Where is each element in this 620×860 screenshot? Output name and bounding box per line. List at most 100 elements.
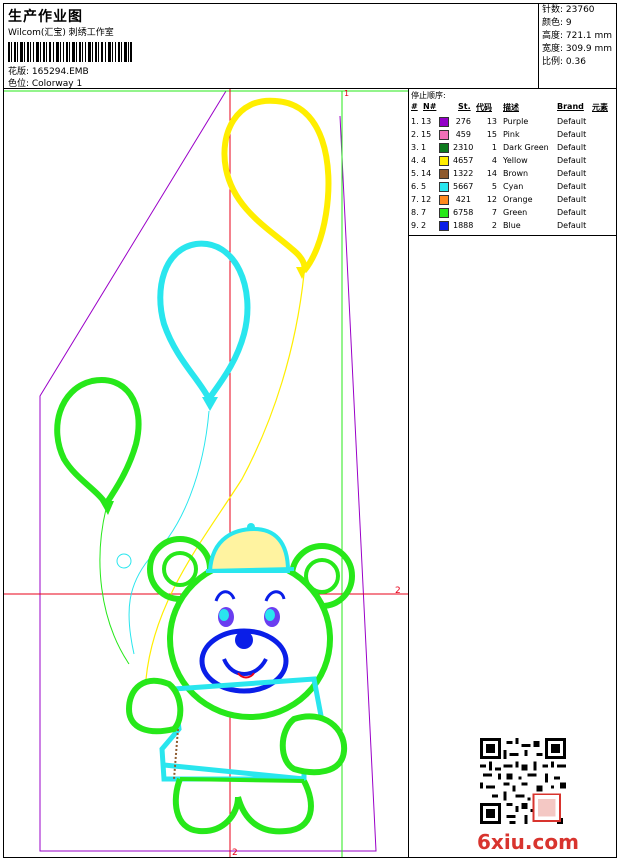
row-brand: Default — [557, 117, 587, 126]
row-index: 6. — [411, 182, 419, 191]
col-code: 代码 — [476, 103, 492, 112]
row-code: 12 — [486, 195, 497, 204]
col-desc: 描述 — [503, 103, 519, 112]
row-brand: Default — [557, 182, 587, 191]
green-balloon-string — [99, 508, 130, 665]
color-swatch — [439, 182, 449, 192]
color-swatch — [439, 143, 449, 153]
row-stitches: 6758 — [453, 208, 474, 217]
stat-stitches: 针数: 23760 — [542, 5, 595, 15]
row-brand: Default — [557, 221, 587, 230]
stat-width: 宽度: 309.9 mm — [542, 44, 613, 54]
legend-row: 2. 15 459 15 Pink Default — [409, 128, 617, 141]
watermark-brand: 6xiu.com — [477, 830, 579, 854]
row-desc: Brown — [503, 169, 529, 178]
row-stitches: 1888 — [453, 221, 474, 230]
row-needle: 2 — [421, 221, 427, 230]
string-loop — [116, 553, 132, 569]
color-swatch — [439, 130, 449, 140]
row-desc: Yellow — [503, 156, 528, 165]
row-stitches: 5667 — [453, 182, 474, 191]
row-desc: Purple — [503, 117, 529, 126]
header: 生产作业图 Wilcom(汇宝) 刺绣工作室 花版: 165294.EMB 色位… — [4, 4, 538, 89]
row-stitches: 459 — [455, 130, 471, 139]
row-needle: 12 — [421, 195, 432, 204]
stat-scale: 比例: 0.36 — [542, 57, 586, 67]
row-brand: Default — [557, 130, 587, 139]
row-brand: Default — [557, 208, 587, 217]
row-needle: 4 — [421, 156, 427, 165]
row-index: 5. — [411, 169, 419, 178]
col-num: # — [411, 102, 418, 111]
legend-row: 7. 12 421 12 Orange Default — [409, 193, 617, 206]
stat-colors: 颜色: 9 — [542, 18, 572, 28]
row-brand: Default — [557, 143, 587, 152]
design-preview: 1 2 2 — [4, 89, 408, 857]
row-code: 15 — [486, 130, 497, 139]
studio-name: Wilcom(汇宝) 刺绣工作室 — [8, 28, 114, 38]
row-code: 13 — [486, 117, 497, 126]
cyan-balloon — [157, 240, 251, 411]
row-needle: 1 — [421, 143, 427, 152]
row-brand: Default — [557, 169, 587, 178]
color-swatch — [439, 156, 449, 166]
row-code: 5 — [491, 182, 497, 191]
row-code: 1 — [491, 143, 497, 152]
row-needle: 14 — [421, 169, 432, 178]
row-index: 9. — [411, 221, 419, 230]
marker-top: 1 — [344, 89, 349, 98]
green-balloon — [54, 376, 142, 515]
yellow-balloon — [221, 97, 332, 279]
legend-row: 8. 7 6758 7 Green Default — [409, 206, 617, 219]
row-index: 1. — [411, 117, 419, 126]
design-stats: 针数: 23760 颜色: 9 高度: 721.1 mm 宽度: 309.9 m… — [538, 4, 618, 88]
col-needle: N# — [423, 102, 437, 111]
row-code: 2 — [491, 221, 497, 230]
row-stitches: 4657 — [453, 156, 474, 165]
col-brand: Brand — [557, 102, 584, 111]
color-swatch — [439, 169, 449, 179]
col-stitches: St. — [458, 102, 471, 111]
legend-row: 4. 4 4657 4 Yellow Default — [409, 154, 617, 167]
legend-row: 9. 2 1888 2 Blue Default — [409, 219, 617, 232]
row-brand: Default — [557, 156, 587, 165]
legend-divider — [408, 235, 617, 236]
row-stitches: 2310 — [453, 143, 474, 152]
row-brand: Default — [557, 195, 587, 204]
legend-row: 3. 1 2310 1 Dark Green Default — [409, 141, 617, 154]
stat-height: 高度: 721.1 mm — [542, 31, 613, 41]
row-index: 3. — [411, 143, 419, 152]
row-desc: Dark Green — [503, 143, 549, 152]
legend-row: 5. 14 1322 14 Brown Default — [409, 167, 617, 180]
row-needle: 15 — [421, 130, 432, 139]
row-index: 2. — [411, 130, 419, 139]
legend-row: 6. 5 5667 5 Cyan Default — [409, 180, 617, 193]
row-desc: Blue — [503, 221, 521, 230]
row-needle: 5 — [421, 182, 427, 191]
row-index: 4. — [411, 156, 419, 165]
row-desc: Pink — [503, 130, 520, 139]
row-code: 4 — [491, 156, 497, 165]
sheet-title: 生产作业图 — [8, 9, 83, 25]
color-swatch — [439, 117, 449, 127]
row-index: 8. — [411, 208, 419, 217]
row-desc: Orange — [503, 195, 533, 204]
row-desc: Green — [503, 208, 528, 217]
row-stitches: 1322 — [453, 169, 474, 178]
color-swatch — [439, 208, 449, 218]
stop-sequence-legend: 停止顺序: # N# St. 代码 描述 Brand 元素 1. 13 276 … — [409, 89, 617, 235]
legend-row: 1. 13 276 13 Purple Default — [409, 115, 617, 128]
row-index: 7. — [411, 195, 419, 204]
qr-code — [480, 738, 566, 824]
row-needle: 13 — [421, 117, 432, 126]
barcode — [8, 42, 132, 62]
marker-right: 2 — [395, 586, 401, 596]
marker-bottom: 2 — [232, 848, 238, 857]
color-swatch — [439, 221, 449, 231]
row-needle: 7 — [421, 208, 427, 217]
col-element: 元素 — [592, 103, 608, 112]
row-stitches: 276 — [455, 117, 471, 126]
row-desc: Cyan — [503, 182, 524, 191]
row-code: 14 — [486, 169, 497, 178]
color-swatch — [439, 195, 449, 205]
